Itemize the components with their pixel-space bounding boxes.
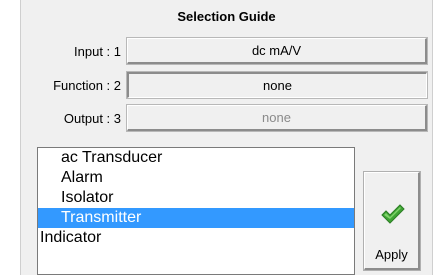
list-item-alarm[interactable]: Alarm	[38, 168, 354, 188]
apply-label: Apply	[375, 247, 408, 262]
list-item-indicator[interactable]: Indicator	[38, 228, 354, 248]
input-select-button[interactable]: dc mA/V	[126, 37, 428, 65]
output-select-button[interactable]: none	[126, 104, 428, 132]
output-label: Output : 3	[63, 111, 121, 126]
selection-guide-panel: Selection Guide Input : 1 dc mA/V Functi…	[20, 0, 433, 275]
function-label: Function : 2	[53, 78, 121, 93]
panel-title: Selection Guide	[177, 9, 276, 24]
apply-button[interactable]: Apply	[363, 171, 421, 271]
function-select-button[interactable]: none	[126, 71, 428, 99]
input-label: Input : 1	[74, 44, 121, 59]
list-item-transmitter[interactable]: Transmitter	[38, 208, 354, 228]
list-item-ac-transducer[interactable]: ac Transducer	[38, 148, 354, 168]
options-listbox[interactable]: ac Transducer Alarm Isolator Transmitter…	[37, 147, 355, 275]
list-item-isolator[interactable]: Isolator	[38, 188, 354, 208]
checkmark-icon	[381, 204, 405, 224]
